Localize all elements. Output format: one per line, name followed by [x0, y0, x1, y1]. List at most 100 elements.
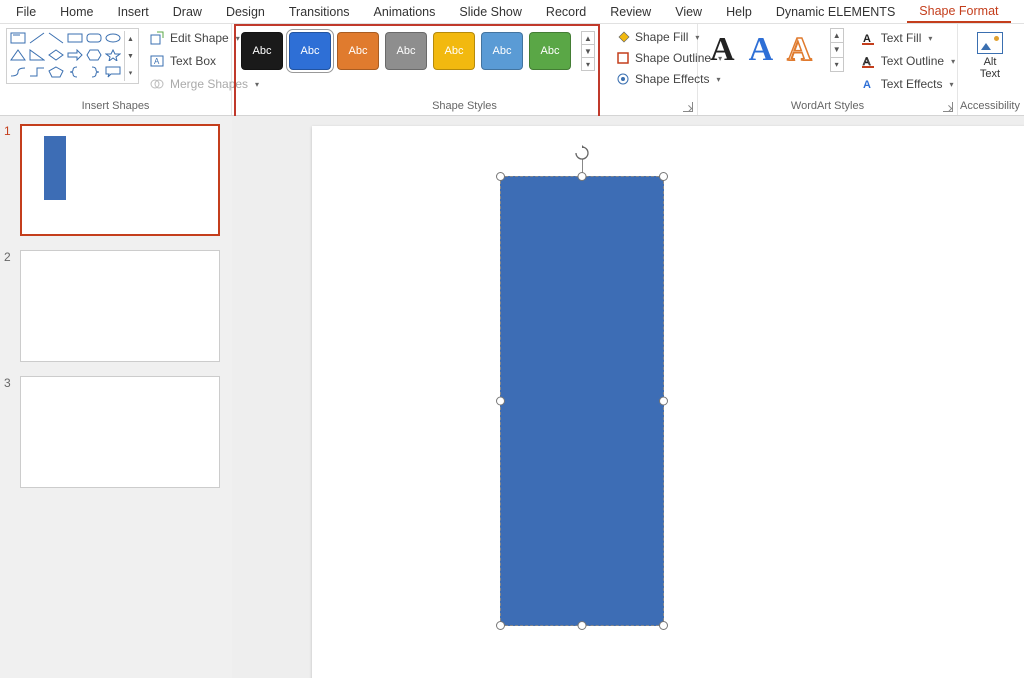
slide-thumbnail-panel[interactable]: 1 2 3	[0, 116, 232, 678]
group-wordart-styles: A A A ▲ ▼ ▾ A Text Fill▾ A Text Outline▾	[698, 24, 958, 115]
shape-callout-icon[interactable]	[104, 65, 122, 79]
selected-rectangle-shape[interactable]	[500, 176, 664, 626]
shapes-more[interactable]: ▾	[125, 64, 136, 81]
group-label-accessibility: Accessibility	[958, 98, 1022, 115]
text-effects-button[interactable]: A Text Effects▾	[856, 74, 959, 94]
style-more[interactable]: ▾	[582, 58, 594, 70]
tab-dynamic-elements[interactable]: Dynamic ELEMENTS	[764, 2, 907, 22]
thumb-1-shape	[44, 136, 66, 200]
style-scroll-up[interactable]: ▲	[582, 32, 594, 45]
wordart-scroll-up[interactable]: ▲	[831, 29, 843, 43]
shape-line-icon[interactable]	[28, 31, 46, 45]
shape-lbrace-icon[interactable]	[66, 65, 84, 79]
shape-style-swatch-3[interactable]: Abc	[337, 32, 379, 70]
shape-fill-label: Shape Fill	[635, 30, 688, 44]
resize-handle-bl[interactable]	[496, 621, 505, 630]
text-effects-label: Text Effects	[881, 77, 943, 91]
text-effects-icon: A	[860, 76, 876, 92]
shape-diamond-icon[interactable]	[47, 48, 65, 62]
tab-shape-format[interactable]: Shape Format	[907, 1, 1010, 23]
edit-shape-icon	[149, 30, 165, 46]
shape-styles-launcher[interactable]	[683, 102, 693, 112]
resize-handle-br[interactable]	[659, 621, 668, 630]
alt-text-icon	[977, 32, 1003, 54]
slide-thumb-1[interactable]	[20, 124, 220, 236]
shape-line2-icon[interactable]	[47, 31, 65, 45]
workspace: 1 2 3	[0, 116, 1024, 678]
shape-style-swatch-7[interactable]: Abc	[529, 32, 571, 70]
tab-record[interactable]: Record	[534, 2, 598, 22]
shape-style-swatch-2[interactable]: Abc	[289, 32, 331, 70]
shape-roundrect-icon[interactable]	[85, 31, 103, 45]
alt-text-button[interactable]: Alt Text	[969, 28, 1011, 80]
shape-effects-icon	[616, 72, 630, 86]
shape-star-icon[interactable]	[104, 48, 122, 62]
merge-shapes-icon	[149, 76, 165, 92]
tab-file[interactable]: File	[4, 2, 48, 22]
tab-home[interactable]: Home	[48, 2, 105, 22]
tab-slide-show[interactable]: Slide Show	[447, 2, 534, 22]
alt-text-label-1: Alt	[980, 56, 1000, 68]
shape-fill-icon	[616, 30, 630, 44]
group-label-insert-shapes: Insert Shapes	[0, 98, 231, 115]
resize-handle-t[interactable]	[578, 172, 587, 181]
shape-style-swatch-5[interactable]: Abc	[433, 32, 475, 70]
thumb-number-1: 1	[4, 124, 14, 236]
wordart-style-3[interactable]: A	[787, 31, 812, 69]
shape-textbox-icon[interactable]	[9, 31, 27, 45]
tab-insert[interactable]: Insert	[106, 2, 161, 22]
slide-thumb-2[interactable]	[20, 250, 220, 362]
shape-rtriangle-icon[interactable]	[28, 48, 46, 62]
tab-help[interactable]: Help	[714, 2, 764, 22]
shape-elbow-icon[interactable]	[28, 65, 46, 79]
group-shape-styles: AbcAbcAbcAbcAbcAbcAbc ▲ ▼ ▾ Shape Fill▾ …	[232, 24, 698, 115]
group-insert-shapes: ▲ ▼ ▾ Edit Shape▾ A Text Box Merge Shape…	[0, 24, 232, 115]
resize-handle-tl[interactable]	[496, 172, 505, 181]
text-fill-button[interactable]: A Text Fill▾	[856, 28, 959, 48]
style-scroll-down[interactable]: ▼	[582, 45, 594, 58]
text-box-icon: A	[149, 53, 165, 69]
slide-canvas[interactable]	[312, 126, 1024, 678]
shapes-scroll-down[interactable]: ▼	[125, 48, 136, 65]
thumb-number-2: 2	[4, 250, 14, 362]
shape-hexagon-icon[interactable]	[85, 48, 103, 62]
resize-handle-l[interactable]	[496, 397, 505, 406]
group-accessibility: Alt Text Accessibility	[958, 24, 1022, 115]
tab-view[interactable]: View	[663, 2, 714, 22]
shape-triangle-icon[interactable]	[9, 48, 27, 62]
tab-transitions[interactable]: Transitions	[277, 2, 362, 22]
menu-bar: File Home Insert Draw Design Transitions…	[0, 0, 1024, 24]
resize-handle-r[interactable]	[659, 397, 668, 406]
shape-style-swatch-4[interactable]: Abc	[385, 32, 427, 70]
shapes-scroll-up[interactable]: ▲	[125, 31, 136, 48]
svg-text:A: A	[863, 79, 871, 91]
text-fill-label: Text Fill	[881, 31, 922, 45]
shape-style-swatch-1[interactable]: Abc	[241, 32, 283, 70]
tab-draw[interactable]: Draw	[161, 2, 214, 22]
wordart-gallery[interactable]: A A A ▲ ▼ ▾	[704, 28, 850, 72]
edit-shape-label: Edit Shape	[170, 31, 229, 45]
wordart-launcher[interactable]	[943, 102, 953, 112]
shapes-gallery[interactable]: ▲ ▼ ▾	[6, 28, 139, 84]
shape-pentagon-icon[interactable]	[47, 65, 65, 79]
wordart-more[interactable]: ▾	[831, 58, 843, 71]
slide-canvas-area[interactable]	[232, 116, 1024, 678]
shape-connector-icon[interactable]	[9, 65, 27, 79]
wordart-scroll-down[interactable]: ▼	[831, 43, 843, 57]
shape-style-gallery[interactable]: AbcAbcAbcAbcAbcAbcAbc ▲ ▼ ▾	[238, 28, 598, 74]
shape-rbrace-icon[interactable]	[85, 65, 103, 79]
shape-arrow-icon[interactable]	[66, 48, 84, 62]
tab-design[interactable]: Design	[214, 2, 277, 22]
shape-oval-icon[interactable]	[104, 31, 122, 45]
shape-rect-icon[interactable]	[66, 31, 84, 45]
slide-thumb-3[interactable]	[20, 376, 220, 488]
resize-handle-b[interactable]	[578, 621, 587, 630]
tab-review[interactable]: Review	[598, 2, 663, 22]
wordart-style-1[interactable]: A	[710, 31, 735, 69]
tab-animations[interactable]: Animations	[362, 2, 448, 22]
resize-handle-tr[interactable]	[659, 172, 668, 181]
shape-style-swatch-6[interactable]: Abc	[481, 32, 523, 70]
rotate-handle[interactable]	[574, 145, 590, 161]
text-outline-button[interactable]: A Text Outline▾	[856, 51, 959, 71]
wordart-style-2[interactable]: A	[749, 31, 774, 69]
